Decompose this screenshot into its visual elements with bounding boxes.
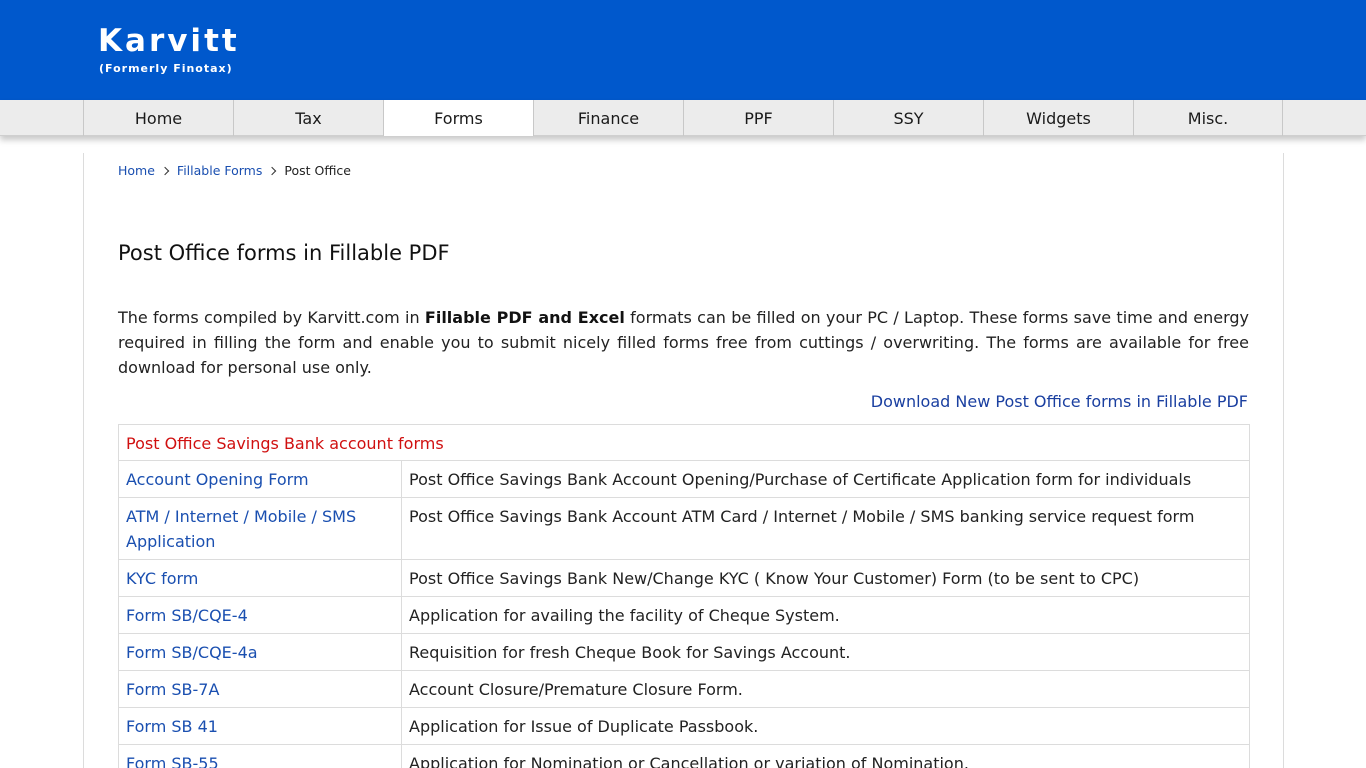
form-link[interactable]: Form SB-55 [126,754,219,768]
breadcrumb: Home Fillable Forms Post Office [118,162,351,180]
form-description: Requisition for fresh Cheque Book for Sa… [401,633,1250,671]
intro-bold-text: Fillable PDF and Excel [424,308,625,327]
section-title: Post Office Savings Bank account forms [118,424,1250,461]
page-title: Post Office forms in Fillable PDF [118,241,450,265]
table-row: Form SB-55 Application for Nomination or … [118,744,1250,768]
table-row: Account Opening Form Post Office Savings … [118,460,1250,498]
form-link[interactable]: Form SB/CQE-4 [126,606,248,625]
form-link[interactable]: Form SB-7A [126,680,219,699]
site-name: Karvitt [98,23,240,59]
nav-item-finance[interactable]: Finance [533,100,683,136]
site-tagline: (Formerly Finotax) [99,62,233,75]
content-container: Home Fillable Forms Post Office Post Off… [83,153,1284,768]
section-header-row: Post Office Savings Bank account forms [118,424,1250,461]
nav-item-ppf[interactable]: PPF [683,100,833,136]
intro-text-start: The forms compiled by Karvitt.com in [118,308,425,327]
forms-table: Post Office Savings Bank account forms A… [118,424,1250,768]
breadcrumb-fillable-forms[interactable]: Fillable Forms [177,162,262,180]
form-description: Post Office Savings Bank New/Change KYC … [401,559,1250,597]
table-row: ATM / Internet / Mobile / SMS Applicatio… [118,497,1250,560]
main-nav: Home Tax Forms Finance PPF SSY Widgets Misc. [0,100,1366,136]
nav-item-home[interactable]: Home [83,100,233,136]
form-link[interactable]: Form SB 41 [126,717,218,736]
breadcrumb-home[interactable]: Home [118,162,155,180]
form-description: Post Office Savings Bank Account ATM Car… [401,497,1250,560]
form-name-cell: Form SB-7A [118,670,402,708]
table-row: KYC form Post Office Savings Bank New/Cha… [118,559,1250,597]
form-description: Post Office Savings Bank Account Opening… [401,460,1250,498]
download-new-forms-link[interactable]: Download New Post Office forms in Fillab… [871,391,1248,413]
nav-item-misc[interactable]: Misc. [1133,100,1283,136]
form-link[interactable]: Account Opening Form [126,470,309,489]
form-link[interactable]: ATM / Internet / Mobile / SMS Applicatio… [126,507,356,551]
form-name-cell: KYC form [118,559,402,597]
form-name-cell: Form SB/CQE-4a [118,633,402,671]
intro-paragraph: The forms compiled by Karvitt.com in Fil… [118,305,1249,380]
nav-item-forms[interactable]: Forms [383,100,533,136]
form-name-cell: Form SB-55 [118,744,402,768]
nav-item-tax[interactable]: Tax [233,100,383,136]
nav-item-widgets[interactable]: Widgets [983,100,1133,136]
site-header: Karvitt (Formerly Finotax) [0,0,1366,100]
table-row: Form SB/CQE-4 Application for availing th… [118,596,1250,634]
form-description: Account Closure/Premature Closure Form. [401,670,1250,708]
chevron-right-icon [268,166,277,176]
form-name-cell: ATM / Internet / Mobile / SMS Applicatio… [118,497,402,560]
table-row: Form SB-7A Account Closure/Premature Clos… [118,670,1250,708]
form-link[interactable]: Form SB/CQE-4a [126,643,258,662]
chevron-right-icon [160,166,170,176]
form-description: Application for availing the facility of… [401,596,1250,634]
form-name-cell: Form SB/CQE-4 [118,596,402,634]
form-name-cell: Account Opening Form [118,460,402,498]
form-description: Application for Issue of Duplicate Passb… [401,707,1250,745]
nav-items: Home Tax Forms Finance PPF SSY Widgets Misc. [83,100,1283,136]
table-row: Form SB 41 Application for Issue of Dupli… [118,707,1250,745]
site-logo[interactable]: Karvitt (Formerly Finotax) [98,22,240,76]
breadcrumb-current: Post Office [284,163,351,178]
table-row: Form SB/CQE-4a Requisition for fresh Cheq… [118,633,1250,671]
form-name-cell: Form SB 41 [118,707,402,745]
form-link[interactable]: KYC form [126,569,198,588]
nav-item-ssy[interactable]: SSY [833,100,983,136]
form-description: Application for Nomination or Cancellati… [401,744,1250,768]
